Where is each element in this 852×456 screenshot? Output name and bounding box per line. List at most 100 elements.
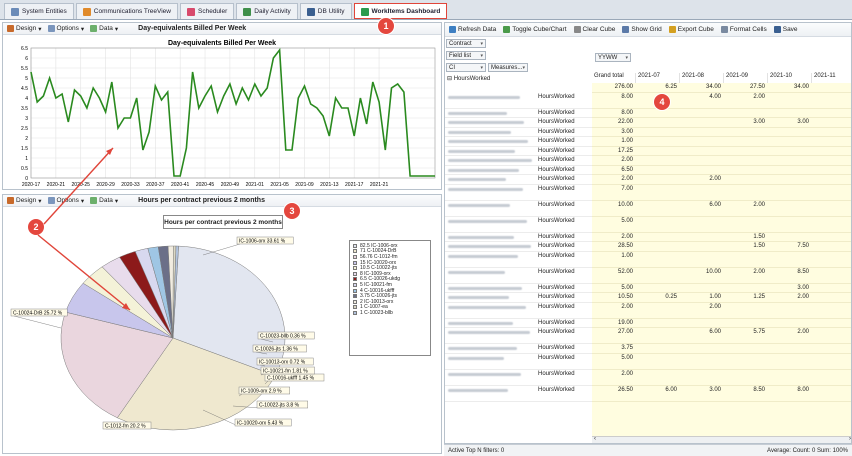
pivot-cell[interactable]: 34.00 xyxy=(680,83,724,92)
pivot-cell[interactable] xyxy=(680,185,724,200)
pivot-cell[interactable]: 5.00 xyxy=(592,284,636,293)
pivot-cell[interactable]: 276.00 xyxy=(592,83,636,92)
pivot-cell[interactable]: 2.00 xyxy=(592,370,636,385)
pivot-cell[interactable]: 28.50 xyxy=(592,242,636,251)
pivot-cell[interactable] xyxy=(636,147,680,156)
row-header[interactable]: HoursWorked xyxy=(445,128,592,137)
pivot-cell[interactable]: 3.00 xyxy=(768,118,812,127)
pivot-cell[interactable] xyxy=(812,344,851,353)
pivot-cell[interactable] xyxy=(812,118,851,127)
row-root-label[interactable]: ⊟ HoursWorked xyxy=(447,75,490,82)
pivot-cell[interactable] xyxy=(812,328,851,343)
pivot-cell[interactable] xyxy=(680,118,724,127)
pivot-cell[interactable] xyxy=(812,128,851,137)
row-header[interactable]: HoursWorked xyxy=(445,344,592,354)
row-header[interactable]: HoursWorked xyxy=(445,328,592,344)
pivot-cell[interactable]: 3.00 xyxy=(724,118,768,127)
tab-communications-treeview[interactable]: Communications TreeView xyxy=(75,3,178,19)
pivot-cell[interactable]: 2.00 xyxy=(724,268,768,283)
options-menu-2[interactable]: Options ▾ xyxy=(47,197,84,205)
pivot-cell[interactable] xyxy=(812,109,851,118)
pivot-cell[interactable] xyxy=(768,201,812,216)
pivot-cell[interactable] xyxy=(680,319,724,328)
pivot-cell[interactable]: 10.50 xyxy=(592,293,636,302)
pivot-cell[interactable] xyxy=(680,128,724,137)
pivot-cell[interactable] xyxy=(724,147,768,156)
pivot-cell[interactable] xyxy=(812,175,851,184)
pivot-cell[interactable] xyxy=(636,109,680,118)
pivot-cell[interactable]: 2.00 xyxy=(592,233,636,242)
pivot-cell[interactable] xyxy=(680,217,724,232)
pivot-cell[interactable]: 2.00 xyxy=(592,156,636,165)
pivot-cell[interactable]: 10.00 xyxy=(680,268,724,283)
pivot-cell[interactable] xyxy=(768,303,812,318)
pivot-cell[interactable] xyxy=(724,370,768,385)
pivot-cell[interactable]: 2.00 xyxy=(592,175,636,184)
pivot-cell[interactable] xyxy=(812,233,851,242)
pivot-cell[interactable]: 3.00 xyxy=(768,284,812,293)
pivot-cell[interactable]: 2.00 xyxy=(724,93,768,108)
row-header[interactable]: HoursWorked xyxy=(445,284,592,293)
field-list-button[interactable]: Field list ▾ xyxy=(446,51,486,60)
pivot-cell[interactable] xyxy=(636,303,680,318)
pivot-cell[interactable] xyxy=(636,284,680,293)
row-header[interactable]: HoursWorked xyxy=(445,242,592,252)
pivot-cell[interactable]: 8.00 xyxy=(592,93,636,108)
column-header[interactable]: Grand total xyxy=(592,73,636,83)
pivot-cell[interactable]: 2.00 xyxy=(680,175,724,184)
pivot-cell[interactable] xyxy=(812,284,851,293)
pivot-cell[interactable] xyxy=(812,93,851,108)
pivot-cell[interactable] xyxy=(768,217,812,232)
pivot-cell[interactable] xyxy=(768,93,812,108)
pivot-cell[interactable]: 26.50 xyxy=(592,386,636,401)
row-header[interactable]: HoursWorked xyxy=(445,118,592,128)
pivot-cell[interactable] xyxy=(636,217,680,232)
row-header[interactable]: HoursWorked xyxy=(445,268,592,284)
pivot-cell[interactable] xyxy=(812,217,851,232)
pivot-cell[interactable] xyxy=(724,284,768,293)
pivot-cell[interactable] xyxy=(812,83,851,92)
pivot-cell[interactable]: 3.00 xyxy=(592,128,636,137)
pivot-cell[interactable] xyxy=(768,128,812,137)
pivot-cell[interactable] xyxy=(636,252,680,267)
row-header[interactable]: HoursWorked xyxy=(445,252,592,268)
contract-filter[interactable]: Contract ▾ xyxy=(446,39,486,48)
pivot-cell[interactable]: 6.25 xyxy=(636,83,680,92)
pivot-cell[interactable]: 8.50 xyxy=(768,268,812,283)
pivot-cell[interactable] xyxy=(812,370,851,385)
pivot-cell[interactable] xyxy=(724,175,768,184)
row-header[interactable]: HoursWorked xyxy=(445,156,592,166)
column-header[interactable]: 2021-11 xyxy=(812,73,851,83)
pivot-cell[interactable] xyxy=(680,166,724,175)
pivot-cell[interactable] xyxy=(812,386,851,401)
pivot-cell[interactable] xyxy=(768,319,812,328)
column-header[interactable]: 2021-08 xyxy=(680,73,724,83)
design-menu[interactable]: Design ▾ xyxy=(7,25,42,33)
toolbar-clear-cube-button[interactable]: Clear Cube xyxy=(573,26,615,33)
pivot-cell[interactable]: 8.00 xyxy=(592,109,636,118)
pivot-cell[interactable] xyxy=(636,201,680,216)
pivot-cell[interactable] xyxy=(680,156,724,165)
pivot-cell[interactable]: 7.00 xyxy=(592,185,636,200)
toolbar-refresh-data-button[interactable]: Refresh Data xyxy=(449,26,496,33)
pivot-cell[interactable]: 8.00 xyxy=(768,386,812,401)
pivot-cell[interactable] xyxy=(812,166,851,175)
pivot-cell[interactable] xyxy=(680,147,724,156)
row-header[interactable]: HoursWorked xyxy=(445,93,592,109)
toolbar-format-cells-button[interactable]: Format Cells xyxy=(720,26,767,33)
pivot-cell[interactable] xyxy=(812,252,851,267)
pivot-cell[interactable] xyxy=(680,370,724,385)
row-header[interactable]: HoursWorked xyxy=(445,185,592,201)
pivot-cell[interactable] xyxy=(636,242,680,251)
pivot-cell[interactable]: 3.00 xyxy=(680,386,724,401)
pivot-cell[interactable] xyxy=(812,293,851,302)
pivot-cell[interactable] xyxy=(724,156,768,165)
pivot-cell[interactable] xyxy=(768,137,812,146)
pivot-cell[interactable]: 6.00 xyxy=(680,201,724,216)
column-header[interactable]: 2021-07 xyxy=(636,73,680,83)
pivot-cell[interactable] xyxy=(636,156,680,165)
pivot-cell[interactable] xyxy=(680,284,724,293)
toolbar-export-cube-button[interactable]: Export Cube xyxy=(668,26,714,33)
pivot-cell[interactable] xyxy=(680,233,724,242)
pivot-cell[interactable]: 27.00 xyxy=(592,328,636,343)
